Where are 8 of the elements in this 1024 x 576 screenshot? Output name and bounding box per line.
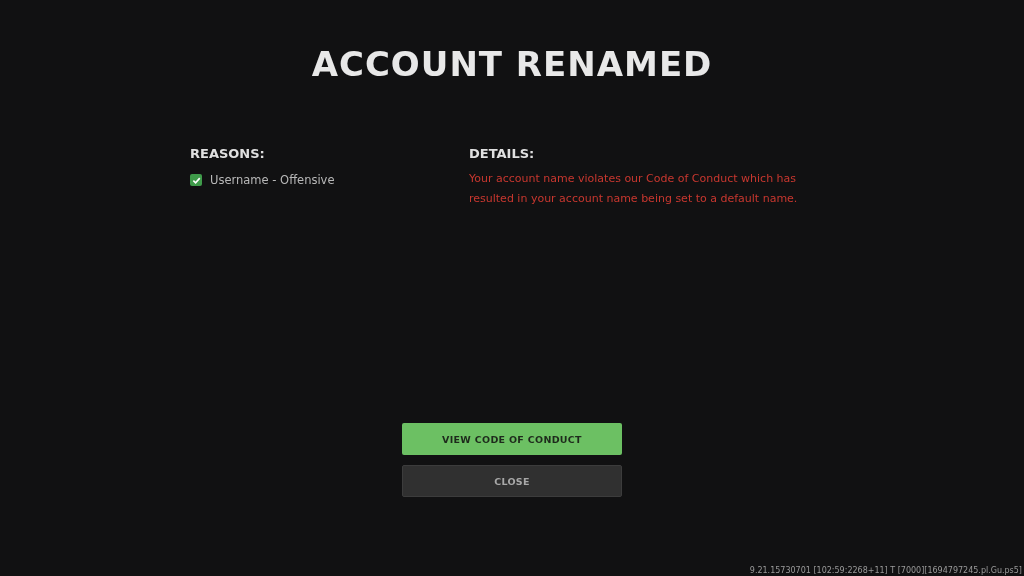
details-text: Your account name violates our Code of Conduct which has resulted in your account name being set to a default name. xyxy=(469,171,799,207)
close-button[interactable]: CLOSE xyxy=(402,465,622,497)
reasons-heading: REASONS: xyxy=(190,146,266,161)
build-info: 9.21.15730701 [102:59:2268+11] T [7000][1694797245.pl.Gu.ps5] xyxy=(749,566,1022,575)
details-heading: DETAILS: xyxy=(469,146,536,161)
view-code-button[interactable]: VIEW CODE OF CONDUCT xyxy=(402,423,622,455)
reason-label: Username - Offensive xyxy=(210,173,335,187)
dialog-title: ACCOUNT RENAMED xyxy=(311,44,713,84)
